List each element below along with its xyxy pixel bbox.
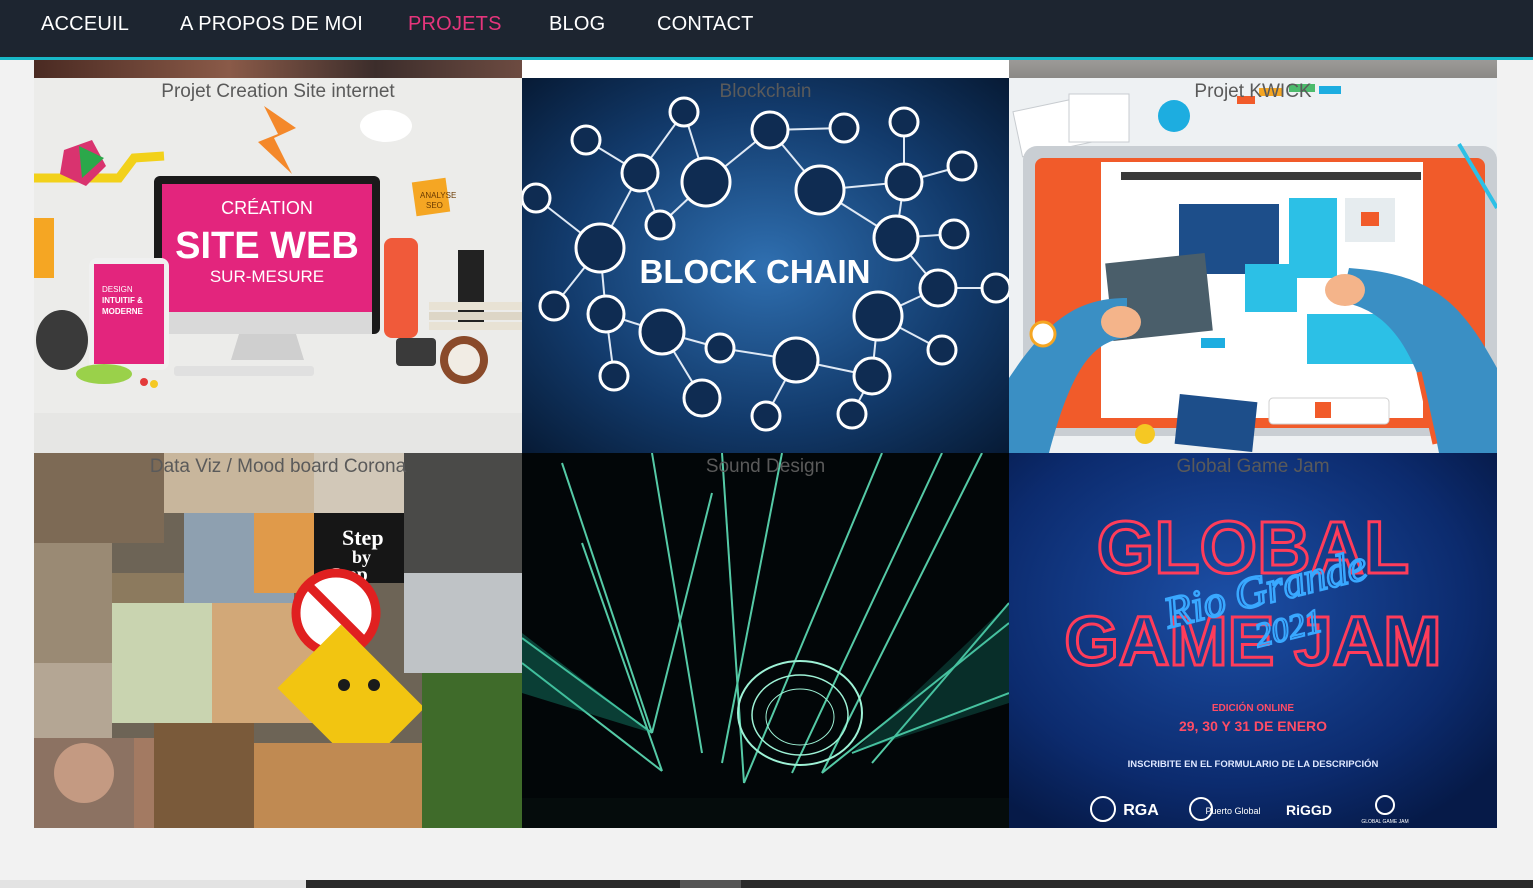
project-image-global-game-jam: GLOBAL GAME JAM Rio Grande 2021 EDICIÓN … xyxy=(1009,453,1497,828)
dates-text: 29, 30 Y 31 DE ENERO xyxy=(1179,718,1327,734)
project-card-blockchain[interactable]: BLOCK CHAIN Blockchain xyxy=(522,78,1009,453)
project-title: Data Viz / Mood board Corona xyxy=(149,456,407,477)
project-image-kwick xyxy=(1009,78,1497,453)
footer-strip xyxy=(741,880,1533,888)
note-text: ANALYSE xyxy=(420,191,456,200)
logo-riggd: RiGGD xyxy=(1286,802,1332,818)
previous-project-image[interactable] xyxy=(34,60,522,78)
project-image-sound-design xyxy=(522,453,1009,828)
project-card-data-viz[interactable]: Step by Step Data Viz / Mood board Coron… xyxy=(34,453,522,828)
nav-item-accueil[interactable]: ACCEUIL xyxy=(41,13,129,36)
previous-project-image[interactable] xyxy=(522,60,1009,78)
nav-item-a-propos[interactable]: A PROPOS DE MOI xyxy=(180,13,363,36)
project-image-blockchain: BLOCK CHAIN xyxy=(522,78,1009,453)
logo-ggj: GLOBAL GAME JAM xyxy=(1361,819,1408,825)
note-text: SEO xyxy=(426,201,443,210)
previous-project-image[interactable] xyxy=(1009,60,1497,78)
tablet-text: MODERNE xyxy=(102,307,144,316)
footer-strip xyxy=(0,880,306,888)
nav-item-projets[interactable]: PROJETS xyxy=(408,13,502,36)
edition-text: EDICIÓN ONLINE xyxy=(1212,701,1295,714)
project-image-site-web: ANALYSE SEO CRÉATION SITE WEB SUR-MESURE… xyxy=(34,78,522,453)
tablet-text: INTUITIF & xyxy=(102,296,143,305)
monitor-text: SUR-MESURE xyxy=(210,267,324,286)
tablet-text: DESIGN xyxy=(102,285,133,294)
monitor-text: CRÉATION xyxy=(221,198,313,218)
logo-rga: RGA xyxy=(1123,802,1159,819)
top-navigation: ACCEUIL A PROPOS DE MOI PROJETS BLOG CON… xyxy=(0,0,1533,60)
project-title: Projet KWICK xyxy=(1194,81,1312,102)
logo-puerto-global: Puerto Global xyxy=(1205,806,1260,816)
project-card-global-game-jam[interactable]: GLOBAL GAME JAM Rio Grande 2021 EDICIÓN … xyxy=(1009,453,1497,828)
footer-strip xyxy=(306,880,680,888)
image-title: BLOCK CHAIN xyxy=(640,253,871,290)
project-image-data-viz: Step by Step xyxy=(34,453,522,828)
nav-item-contact[interactable]: CONTACT xyxy=(657,13,754,36)
project-title: Projet Creation Site internet xyxy=(161,81,395,102)
project-title: Blockchain xyxy=(719,81,812,102)
project-title: Sound Design xyxy=(705,456,826,477)
monitor-text: SITE WEB xyxy=(175,225,359,267)
project-card-site-web[interactable]: ANALYSE SEO CRÉATION SITE WEB SUR-MESURE… xyxy=(34,78,522,453)
footer-strip xyxy=(680,880,741,888)
project-title: Global Game Jam xyxy=(1176,456,1330,477)
nav-item-blog[interactable]: BLOG xyxy=(549,13,605,36)
cta-text: INSCRIBITE EN EL FORMULARIO DE LA DESCRI… xyxy=(1128,758,1379,770)
project-card-kwick[interactable]: Projet KWICK xyxy=(1009,78,1497,453)
project-card-sound-design[interactable]: Sound Design xyxy=(522,453,1009,828)
